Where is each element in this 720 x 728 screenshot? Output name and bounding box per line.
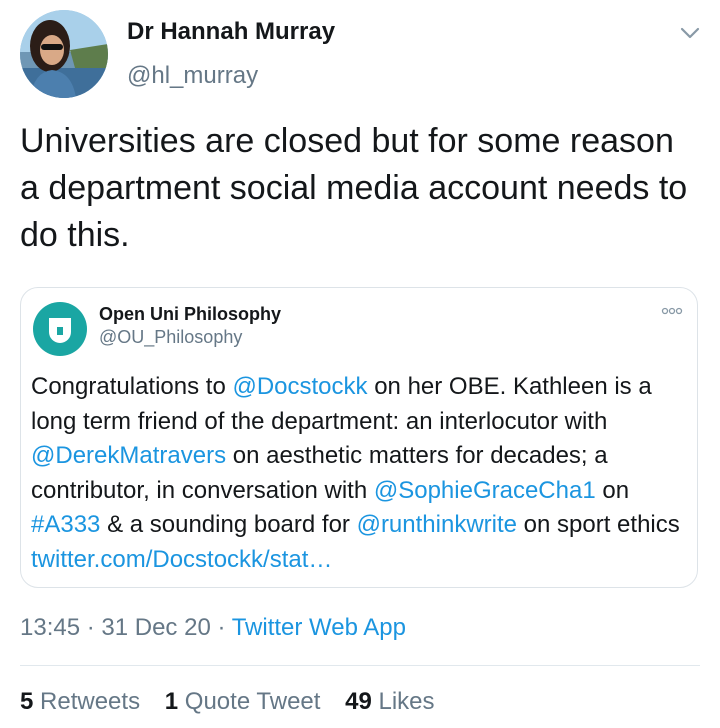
quoted-tweet-link[interactable]: @runthinkwrite bbox=[357, 511, 517, 538]
quoted-tweet-text: Congratulations to @Docstockk on her OBE… bbox=[31, 370, 691, 577]
retweets-stat[interactable]: 5 Retweets bbox=[20, 688, 140, 715]
chevron-down-icon[interactable] bbox=[678, 24, 702, 42]
quoted-tweet-text-segment: on bbox=[595, 476, 630, 504]
quoted-tweet-link[interactable]: @Docstockk bbox=[232, 373, 367, 400]
quoted-author-handle: @OU_Philosophy bbox=[99, 327, 243, 347]
author-handle[interactable]: @hl_murray bbox=[127, 62, 258, 90]
likes-count: 49 bbox=[345, 688, 372, 715]
source-app-link[interactable]: Twitter Web App bbox=[232, 614, 406, 641]
open-university-logo bbox=[49, 318, 71, 343]
more-horizontal-icon[interactable] bbox=[661, 306, 683, 316]
quotes-count: 1 bbox=[164, 688, 179, 715]
divider bbox=[20, 665, 700, 666]
quoted-tweet-link[interactable]: @DerekMatravers bbox=[31, 442, 226, 469]
quotes-label: Quote Tweet bbox=[184, 688, 321, 715]
engagement-stats: 5 Retweets 1 Quote Tweet 49 Likes bbox=[20, 688, 453, 716]
ou-logo-avatar[interactable] bbox=[33, 302, 87, 356]
quoted-tweet-card[interactable]: Open Uni Philosophy @OU_Philosophy Congr… bbox=[20, 287, 698, 588]
quoted-author-name: Open Uni Philosophy bbox=[99, 304, 282, 324]
quoted-tweet-text-segment: & a sounding board for bbox=[100, 511, 357, 538]
likes-label: Likes bbox=[378, 688, 435, 715]
likes-stat[interactable]: 49 Likes bbox=[345, 688, 434, 715]
author-name[interactable]: Dr Hannah Murray bbox=[127, 18, 335, 46]
avatar-photo bbox=[20, 10, 108, 98]
retweets-count: 5 bbox=[20, 688, 34, 715]
quoted-tweet-text-segment: Congratulations to bbox=[31, 373, 233, 400]
quoted-tweet-link[interactable]: twitter.com/Docstockk/stat… bbox=[31, 546, 332, 573]
tweet-timestamp[interactable]: 13:45 · 31 Dec 20 · bbox=[20, 614, 232, 641]
quoted-tweet-link[interactable]: #A333 bbox=[31, 511, 100, 538]
quote-tweets-stat[interactable]: 1 Quote Tweet bbox=[165, 688, 321, 715]
quoted-tweet-text-segment: on sport ethics bbox=[517, 511, 680, 538]
tweet-meta: 13:45 · 31 Dec 20 · Twitter Web App bbox=[20, 614, 406, 642]
quoted-tweet-link[interactable]: @SophieGraceCha1 bbox=[374, 477, 596, 504]
author-avatar[interactable] bbox=[20, 10, 108, 98]
tweet-text: Universities are closed but for some rea… bbox=[20, 122, 688, 254]
retweets-label: Retweets bbox=[40, 688, 141, 715]
